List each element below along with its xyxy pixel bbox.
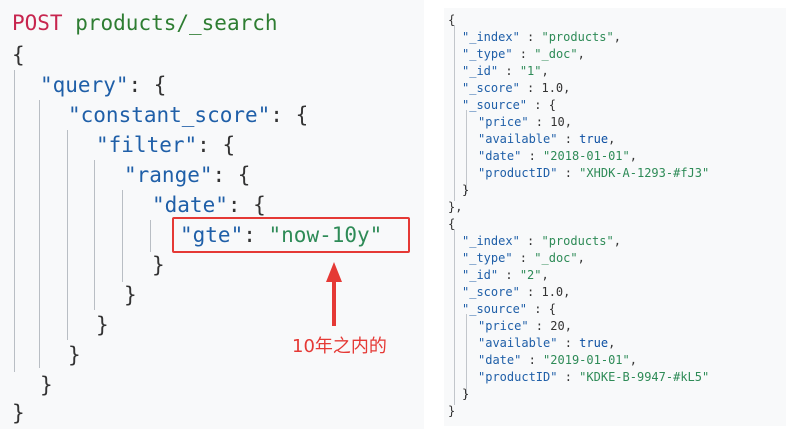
indent-guide: [150, 220, 151, 252]
code-line: }: [40, 373, 53, 397]
key-filter: "filter": [96, 133, 198, 157]
code-line: }: [462, 387, 470, 401]
source-field: "date" : "2018-01-01",: [478, 149, 637, 163]
hit-type-value: "_doc": [534, 251, 578, 265]
code-line: }: [124, 283, 137, 307]
available-value: true: [579, 336, 609, 350]
hit-field: "_type" : "_doc",: [462, 47, 585, 61]
code-line: "query": {: [40, 73, 167, 97]
indent-guide: [39, 100, 40, 368]
product-id-value: "XHDK-A-1293-#fJ3": [579, 166, 710, 180]
hit-id-value: "2": [519, 268, 542, 282]
key-date: "date": [152, 193, 228, 217]
source-field: "productID" : "KDKE-B-9947-#kL5": [478, 370, 710, 384]
indent-guide: [454, 25, 455, 201]
indent-guide: [454, 229, 455, 405]
request-editor[interactable]: POST products/_search { "query": { "cons…: [0, 0, 424, 429]
code-line: "constant_score": {: [68, 103, 309, 127]
code-line: },: [448, 200, 463, 214]
source-field: "available" : true,: [478, 336, 616, 350]
hit-index-value: "products": [541, 234, 614, 248]
indent-guide: [122, 190, 123, 282]
source-field: "available" : true,: [478, 132, 616, 146]
source-field: "price" : 20,: [478, 319, 572, 333]
price-value: 10: [550, 115, 565, 129]
hit-field: "_source" : {: [462, 302, 556, 316]
highlight-box: [172, 217, 410, 253]
key-range: "range": [124, 163, 213, 187]
hit-index-value: "products": [541, 30, 614, 44]
indent-guide: [94, 160, 95, 310]
hit-field: "_id" : "1",: [462, 64, 549, 78]
product-id-value: "KDKE-B-9947-#kL5": [579, 370, 710, 384]
key-query: "query": [40, 73, 129, 97]
source-field: "price" : 10,: [478, 115, 572, 129]
key-constant-score: "constant_score": [68, 103, 271, 127]
hit-field: "_source" : {: [462, 98, 556, 112]
available-value: true: [579, 132, 609, 146]
hit-field: "_index" : "products",: [462, 30, 621, 44]
code-line: }: [12, 401, 25, 425]
code-line: "date": {: [152, 193, 266, 217]
hit-field: "_index" : "products",: [462, 234, 621, 248]
arrow-up-icon: [326, 262, 342, 326]
source-field: "date" : "2019-01-01",: [478, 353, 637, 367]
hit-score-value: 1.0: [541, 285, 564, 299]
code-line: }: [462, 183, 470, 197]
date-value: "2019-01-01": [543, 353, 630, 367]
response-output: { "_index" : "products", "_type" : "_doc…: [444, 8, 786, 426]
code-line: }: [96, 313, 109, 337]
source-field: "productID" : "XHDK-A-1293-#fJ3": [478, 166, 710, 180]
code-line: }: [68, 343, 81, 367]
code-line: "range": {: [124, 163, 251, 187]
indent-guide: [67, 130, 68, 340]
hit-field: "_id" : "2",: [462, 268, 549, 282]
indent-guide: [14, 70, 15, 372]
hit-type-value: "_doc": [534, 47, 578, 61]
annotation-text: 10年之内的: [292, 336, 387, 357]
request-line: POST products/_search: [12, 8, 278, 38]
code-line: "filter": {: [96, 133, 236, 157]
hit-field: "_score" : 1.0,: [462, 81, 571, 95]
code-line: {: [448, 217, 456, 231]
hit-score-value: 1.0: [541, 81, 564, 95]
code-line: }: [152, 253, 165, 277]
date-value: "2018-01-01": [543, 149, 630, 163]
http-method: POST: [12, 11, 63, 35]
price-value: 20: [550, 319, 565, 333]
code-line: {: [12, 43, 25, 67]
request-path: products/_search: [75, 11, 278, 35]
hit-id-value: "1": [519, 64, 542, 78]
hit-field: "_type" : "_doc",: [462, 251, 585, 265]
code-line: {: [448, 13, 456, 27]
hit-field: "_score" : 1.0,: [462, 285, 571, 299]
code-line: }: [448, 404, 456, 418]
